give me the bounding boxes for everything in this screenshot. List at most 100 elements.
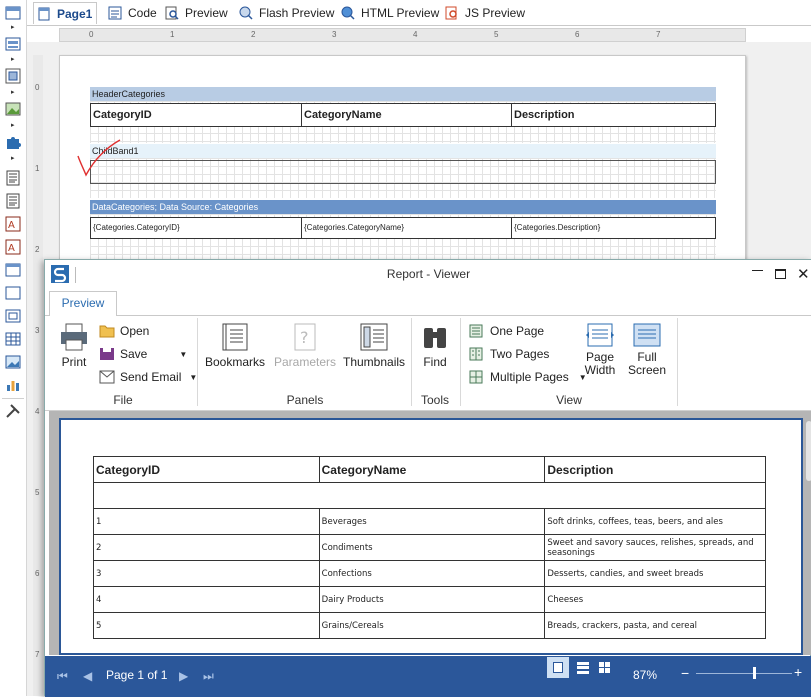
- header-cell-description[interactable]: Description: [511, 103, 716, 127]
- table-icon[interactable]: [5, 331, 21, 347]
- ruler-mark: 5: [494, 30, 499, 39]
- ribbon-tab-row: Preview: [45, 290, 811, 317]
- band-group-icon[interactable]: [5, 36, 21, 52]
- data-cell-description[interactable]: {Categories.Description}: [511, 217, 716, 239]
- find-button[interactable]: Find: [417, 322, 453, 369]
- ruler-mark: 4: [35, 407, 40, 416]
- multiple-pages-button[interactable]: Multiple Pages ▼: [469, 370, 587, 384]
- zoom-slider-thumb[interactable]: [752, 667, 756, 679]
- rich-text-icon[interactable]: [5, 193, 21, 209]
- save-label: Save: [120, 347, 148, 361]
- page-width-icon: [586, 323, 614, 347]
- chart-icon[interactable]: [5, 377, 21, 393]
- empty-child-row: [93, 482, 766, 509]
- table-cell: 3: [93, 560, 320, 587]
- tab-label: Code: [128, 6, 157, 20]
- send-email-button[interactable]: Send Email ▼: [99, 370, 197, 384]
- vertical-scrollbar[interactable]: [806, 421, 811, 481]
- report-table: CategoryID CategoryName Description 1 Be…: [93, 456, 766, 639]
- panel-icon[interactable]: [5, 262, 21, 278]
- clone-icon[interactable]: [5, 285, 21, 301]
- expand-arrow-icon[interactable]: ▸: [11, 89, 15, 96]
- multi-page-view-icon[interactable]: [599, 662, 610, 673]
- picture-icon[interactable]: [5, 354, 21, 370]
- minimize-icon[interactable]: [752, 270, 763, 271]
- expand-arrow-icon[interactable]: ▸: [11, 155, 15, 162]
- tab-label: Flash Preview: [259, 6, 335, 20]
- save-dropdown-arrow-icon[interactable]: ▼: [179, 350, 187, 359]
- child-band-box[interactable]: [90, 160, 716, 184]
- header-band-title[interactable]: HeaderCategories: [90, 87, 716, 101]
- header-cell-categoryname[interactable]: CategoryName: [301, 103, 512, 127]
- text-icon[interactable]: [5, 170, 21, 186]
- print-button[interactable]: Print: [55, 322, 93, 369]
- data-cell-categoryid[interactable]: {Categories.CategoryID}: [90, 217, 302, 239]
- data-cell-categoryname[interactable]: {Categories.CategoryName}: [301, 217, 512, 239]
- expand-arrow-icon[interactable]: ▸: [11, 24, 15, 31]
- viewer-title: Report - Viewer: [386, 267, 471, 281]
- status-bar: ⏮ ◀ Page 1 of 1 ▶ ⏭ 87% − +: [45, 656, 811, 697]
- tab-page1[interactable]: Page1: [33, 2, 98, 24]
- page-indicator[interactable]: Page 1 of 1: [106, 668, 167, 682]
- tab-code[interactable]: Code: [108, 4, 157, 22]
- child-band-title[interactable]: ChildBand1: [90, 144, 716, 158]
- subreport-icon[interactable]: [5, 308, 21, 324]
- ruler-mark: 0: [35, 83, 40, 92]
- full-screen-label: Full Screen: [627, 350, 667, 377]
- parameters-button[interactable]: ? Parameters: [273, 322, 337, 369]
- ruler-mark: 0: [89, 30, 94, 39]
- cross-band-icon[interactable]: [5, 68, 21, 84]
- thumbnails-button[interactable]: Thumbnails: [343, 322, 405, 369]
- previous-page-icon[interactable]: ◀: [83, 669, 92, 683]
- two-pages-label: Two Pages: [490, 347, 550, 361]
- parameters-icon: ?: [294, 323, 316, 351]
- header-cell-categoryid[interactable]: CategoryID: [90, 103, 302, 127]
- single-page-view-button[interactable]: [547, 657, 569, 678]
- column-header: CategoryName: [318, 456, 546, 483]
- band-icon[interactable]: [5, 5, 21, 21]
- expand-arrow-icon[interactable]: ▸: [11, 56, 15, 63]
- table-cell: Confections: [318, 560, 546, 587]
- two-pages-icon: [469, 347, 483, 361]
- text-box-icon[interactable]: A: [5, 216, 21, 232]
- group-separator: [197, 318, 198, 406]
- zoom-slider-track[interactable]: [696, 673, 792, 674]
- ruler-mark: 3: [35, 326, 40, 335]
- save-button[interactable]: Save ▼: [99, 347, 187, 361]
- bookmarks-icon: [222, 323, 248, 351]
- expand-arrow-icon[interactable]: ▸: [11, 122, 15, 129]
- multiple-pages-label: Multiple Pages: [490, 370, 569, 384]
- image-icon[interactable]: [5, 101, 21, 117]
- close-icon[interactable]: ✕: [797, 265, 810, 283]
- printer-icon: [61, 323, 87, 351]
- tab-js-preview[interactable]: JS Preview: [445, 4, 525, 22]
- tab-preview[interactable]: Preview: [165, 4, 228, 22]
- tools-icon[interactable]: [5, 403, 21, 419]
- tab-preview-ribbon[interactable]: Preview: [49, 291, 117, 317]
- puzzle-icon[interactable]: [5, 134, 21, 150]
- folder-icon: [99, 325, 115, 338]
- zoom-out-icon[interactable]: −: [681, 666, 689, 680]
- first-page-icon[interactable]: ⏮: [57, 669, 68, 684]
- tab-flash-preview[interactable]: Flash Preview: [239, 4, 334, 22]
- js-preview-icon: [445, 6, 457, 20]
- maximize-icon[interactable]: [775, 269, 786, 279]
- last-page-icon[interactable]: ⏭: [203, 669, 214, 684]
- one-page-button[interactable]: One Page: [469, 324, 544, 338]
- text-in-cells-icon[interactable]: A: [5, 239, 21, 255]
- next-page-icon[interactable]: ▶: [179, 669, 188, 683]
- tab-html-preview[interactable]: HTML Preview: [341, 4, 439, 22]
- ribbon: Print Open Save ▼ Send Email ▼ File Book…: [45, 316, 811, 411]
- bookmarks-button[interactable]: Bookmarks: [205, 322, 265, 369]
- group-label-file: File: [113, 393, 133, 407]
- preview-icon: [165, 6, 179, 20]
- data-band-title[interactable]: DataCategories; Data Source: Categories: [90, 200, 716, 214]
- separator: [2, 398, 24, 399]
- two-pages-button[interactable]: Two Pages: [469, 347, 549, 361]
- single-page-icon: [553, 662, 563, 673]
- full-screen-button[interactable]: Full Screen: [627, 322, 667, 377]
- page-width-button[interactable]: Page Width: [583, 322, 617, 377]
- zoom-in-icon[interactable]: +: [794, 665, 802, 679]
- continuous-view-icon[interactable]: [577, 662, 589, 674]
- open-button[interactable]: Open: [99, 324, 149, 338]
